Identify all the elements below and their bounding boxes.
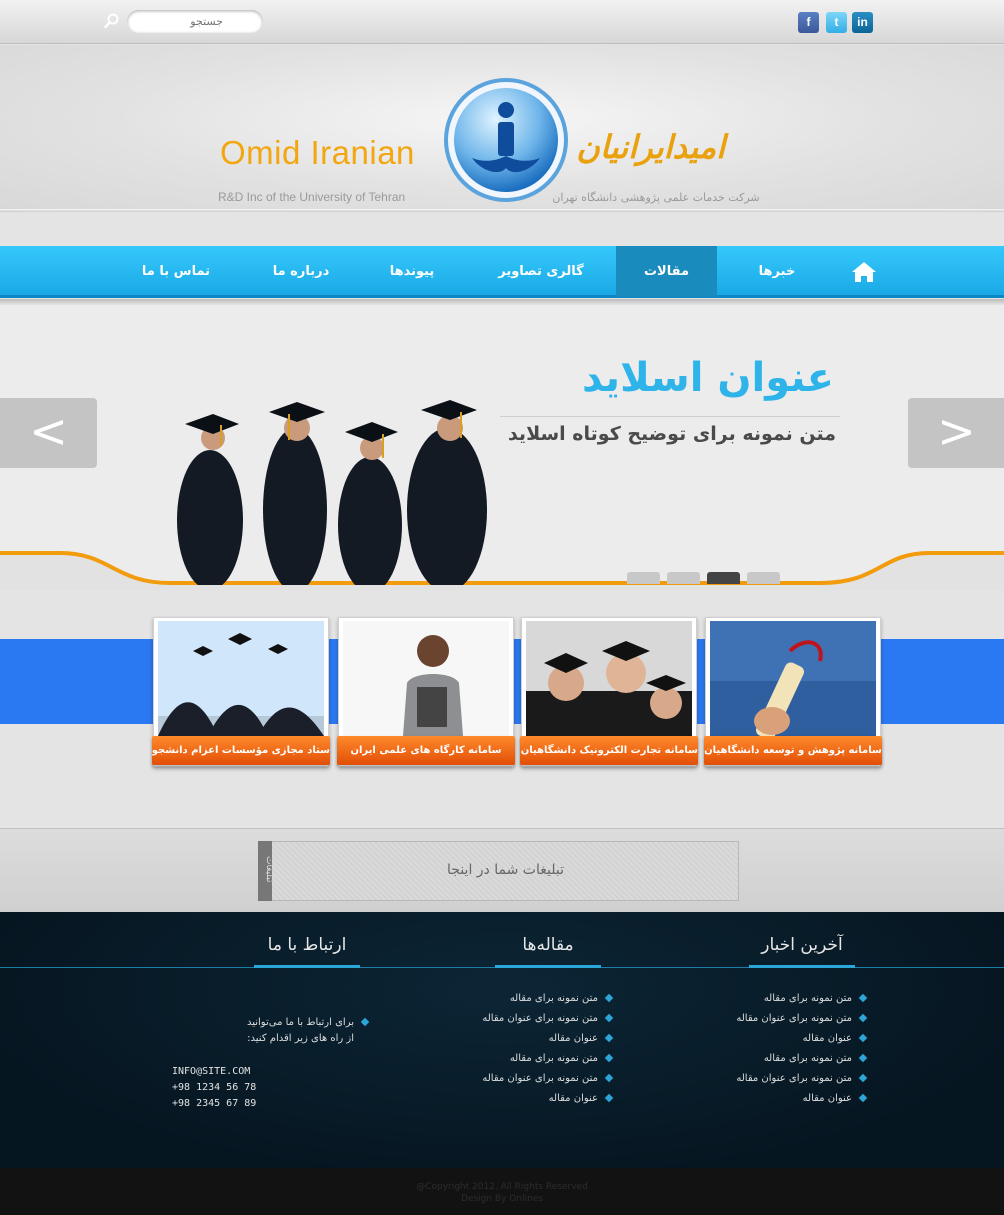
footer-title-news: آخرین اخبار <box>749 935 855 968</box>
list-item[interactable]: متن نمونه برای عنوان مقاله <box>412 1013 614 1033</box>
search-input[interactable] <box>127 10 263 33</box>
contact-email[interactable]: INFO@SITE.COM <box>172 1064 372 1080</box>
list-item[interactable]: متن نمونه برای مقاله <box>666 993 868 1013</box>
bullet-icon <box>604 1053 614 1063</box>
brand-name-en[interactable]: Omid Iranian <box>220 134 415 172</box>
bullet-icon <box>858 1093 868 1103</box>
list-item[interactable]: متن نمونه برای مقاله <box>412 1053 614 1073</box>
slider-prev-button[interactable]: < <box>0 398 97 468</box>
ad-text: تبلیغات شما در اینجا <box>447 862 564 878</box>
list-item[interactable]: متن نمونه برای مقاله <box>412 993 614 1013</box>
list-item[interactable]: متن نمونه برای مقاله <box>666 1053 868 1073</box>
card-caption[interactable]: سامانه پژوهش و توسعه دانشگاهیان <box>704 736 882 765</box>
contact-phone: +98 2345 67 89 <box>172 1098 257 1109</box>
nav-item-gallery[interactable]: گالری تصاویر <box>486 246 596 297</box>
contact-intro-line: از راه های زیر اقدام کنید: <box>247 1033 354 1044</box>
slide-title: عنوان اسلاید <box>581 355 834 401</box>
brand-tagline-fa: شرکت خدمات علمی پژوهشی دانشگاه تهران <box>552 191 760 204</box>
feature-card[interactable]: ستاد مجازی مؤسسات اعزام دانشجو <box>152 617 330 767</box>
footer-articles-list: متن نمونه برای مقاله متن نمونه برای عنوا… <box>412 993 614 1113</box>
brand-name-fa[interactable]: امیدایرانیان <box>576 128 725 166</box>
slider-dot[interactable] <box>627 572 660 584</box>
bullet-icon <box>604 1033 614 1043</box>
contact-intro: برای ارتباط با ما می‌توانید از راه های ز… <box>160 1015 370 1047</box>
list-item[interactable]: متن نمونه برای عنوان مقاله <box>412 1073 614 1093</box>
footer-news-list: متن نمونه برای مقاله متن نمونه برای عنوا… <box>666 993 868 1113</box>
header-divider <box>0 209 1004 212</box>
slider-dot-active[interactable] <box>707 572 740 584</box>
copyright-text: @Copyright 2012, All Rights Reserved <box>416 1182 588 1192</box>
card-caption[interactable]: سامانه تجارت الکترونیک دانشگاهیان ایران <box>520 736 698 765</box>
linkedin-icon[interactable]: in <box>852 12 873 33</box>
contact-info: INFO@SITE.COM +98 1234 56 78 +98 2345 67… <box>172 1064 372 1112</box>
card-image <box>343 621 509 736</box>
card-image <box>158 621 324 736</box>
slider-dot[interactable] <box>667 572 700 584</box>
bullet-icon <box>858 993 868 1003</box>
nav-item-about[interactable]: درباره ما <box>255 246 347 297</box>
list-item[interactable]: عنوان مقاله <box>412 1033 614 1053</box>
slider-dot[interactable] <box>747 572 780 584</box>
list-item[interactable]: عنوان مقاله <box>666 1033 868 1053</box>
bullet-icon <box>858 1053 868 1063</box>
logo-emblem-icon[interactable] <box>442 76 570 204</box>
contact-intro-line: برای ارتباط با ما می‌توانید <box>160 1015 370 1031</box>
feature-card[interactable]: سامانه تجارت الکترونیک دانشگاهیان ایران <box>520 617 698 767</box>
main-nav: خبرها مقالات گالری تصاویر پیوندها درباره… <box>0 246 1004 298</box>
card-caption[interactable]: ستاد مجازی مؤسسات اعزام دانشجو <box>152 736 330 765</box>
bullet-icon <box>604 1013 614 1023</box>
bullet-icon <box>858 1013 868 1023</box>
nav-item-contact[interactable]: تماس با ما <box>130 246 222 297</box>
nav-item-articles[interactable]: مقالات <box>616 246 717 297</box>
bullet-icon <box>858 1073 868 1083</box>
list-item[interactable]: عنوان مقاله <box>412 1093 614 1113</box>
copyright: @Copyright 2012, All Rights Reserved Des… <box>0 1181 1004 1205</box>
slide-divider <box>500 416 840 417</box>
card-image <box>710 621 876 736</box>
brand-tagline-en: R&D Inc of the University of Tehran <box>218 190 406 204</box>
bullet-icon <box>858 1033 868 1043</box>
footer-title-articles: مقاله‌ها <box>495 935 601 968</box>
design-credit: Design By Onlines <box>460 1194 543 1204</box>
slide-description: متن نمونه برای توضیح کوتاه اسلاید <box>507 423 836 445</box>
feature-card[interactable]: سامانه پژوهش و توسعه دانشگاهیان <box>704 617 882 767</box>
nav-item-news[interactable]: خبرها <box>735 246 819 297</box>
list-item[interactable]: متن نمونه برای عنوان مقاله <box>666 1073 868 1093</box>
bullet-icon <box>360 1017 370 1027</box>
nav-item-links[interactable]: پیوندها <box>370 246 454 297</box>
graduates-image <box>165 380 495 593</box>
twitter-icon[interactable]: t <box>826 12 847 33</box>
facebook-icon[interactable]: f <box>798 12 819 33</box>
list-item[interactable]: عنوان مقاله <box>666 1093 868 1113</box>
card-image <box>526 621 692 736</box>
bullet-icon <box>604 993 614 1003</box>
slider <box>0 305 1004 590</box>
home-icon[interactable] <box>846 259 882 285</box>
feature-card[interactable]: سامانه کارگاه های علمی ایران <box>337 617 515 767</box>
search-box <box>127 10 263 33</box>
footer-title-contact: ارتباط با ما <box>254 935 360 968</box>
slider-next-button[interactable]: > <box>908 398 1004 468</box>
card-caption[interactable]: سامانه کارگاه های علمی ایران <box>337 736 515 765</box>
search-icon[interactable] <box>104 13 120 29</box>
list-item[interactable]: متن نمونه برای عنوان مقاله <box>666 1013 868 1033</box>
contact-phone: +98 1234 56 78 <box>172 1082 257 1093</box>
bullet-icon <box>604 1093 614 1103</box>
bullet-icon <box>604 1073 614 1083</box>
